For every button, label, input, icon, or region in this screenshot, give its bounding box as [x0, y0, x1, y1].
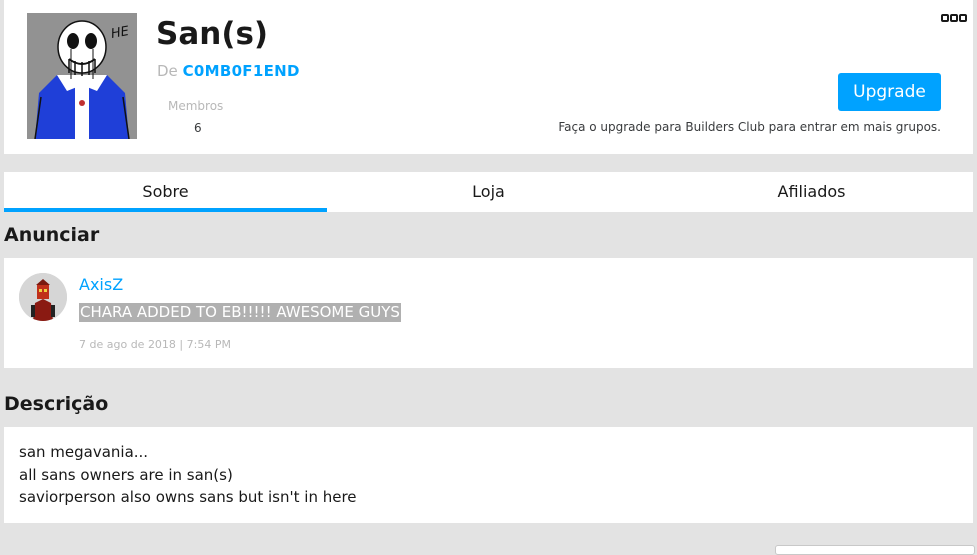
shout-section-title: Anunciar — [4, 224, 100, 246]
tab-loja[interactable]: Loja — [327, 172, 650, 212]
bottom-field-edge[interactable] — [775, 545, 975, 555]
description-section-title: Descrição — [4, 393, 109, 415]
group-title: San(s) — [156, 16, 269, 52]
emblem-scrawl: HE — [110, 24, 131, 42]
more-options-icon[interactable] — [941, 8, 967, 22]
members-count: 6 — [194, 121, 202, 135]
upgrade-note: Faça o upgrade para Builders Club para e… — [558, 120, 941, 134]
avatar[interactable] — [19, 273, 67, 321]
tab-afiliados[interactable]: Afiliados — [650, 172, 973, 212]
upgrade-button[interactable]: Upgrade — [838, 73, 941, 111]
group-description: san megavania... all sans owners are in … — [4, 427, 973, 523]
owner-line: De C0MB0F1END — [157, 62, 300, 80]
owner-link[interactable]: C0MB0F1END — [183, 62, 300, 80]
group-shout: AxisZ CHARA ADDED TO EB!!!!! AWESOME GUY… — [4, 258, 973, 368]
shout-text: CHARA ADDED TO EB!!!!! AWESOME GUYS — [79, 303, 401, 322]
shout-username-link[interactable]: AxisZ — [79, 275, 123, 294]
group-tabs: Sobre Loja Afiliados — [4, 172, 973, 212]
shout-date: 7 de ago de 2018 | 7:54 PM — [79, 338, 231, 351]
description-line: san megavania... — [19, 443, 149, 461]
description-line: all sans owners are in san(s) — [19, 466, 233, 484]
tab-sobre[interactable]: Sobre — [4, 172, 327, 212]
group-header: HE San(s) De C0MB0F1END Membros 6 Upgrad… — [4, 0, 973, 154]
description-line: saviorperson also owns sans but isn't in… — [19, 488, 357, 506]
members-label: Membros — [168, 99, 224, 113]
owner-prefix: De — [157, 62, 178, 80]
group-emblem-image: HE — [27, 13, 137, 140]
